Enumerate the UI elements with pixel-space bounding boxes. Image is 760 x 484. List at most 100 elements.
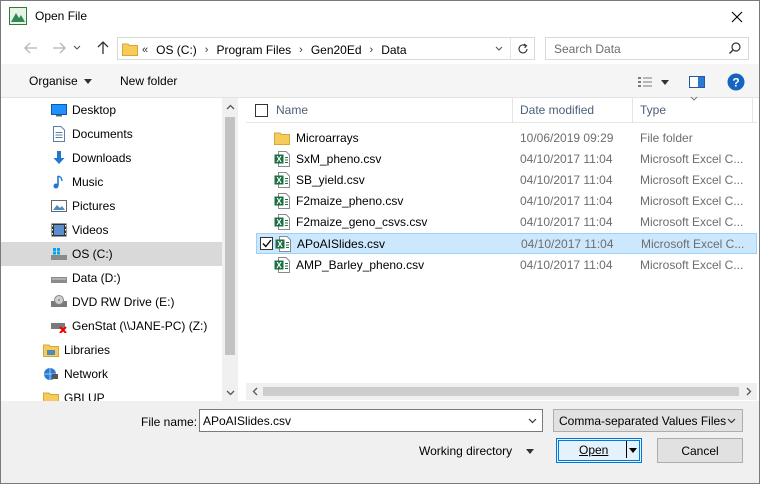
column-header-date-modified[interactable]: Date modified: [520, 103, 594, 121]
column-divider[interactable]: [752, 98, 753, 123]
nav-item-desktop[interactable]: Desktop: [1, 98, 222, 122]
chevron-down-icon: [226, 390, 234, 395]
breadcrumb-data[interactable]: Data: [381, 43, 406, 57]
view-controls: ?: [637, 73, 745, 91]
column-header-type[interactable]: Type: [640, 103, 666, 121]
arrow-up-icon: [97, 41, 109, 54]
breadcrumb: « OS (C:) › Program Files › Gen20Ed › Da…: [142, 42, 407, 58]
nav-item-music[interactable]: Music: [1, 170, 222, 194]
file-date: 04/10/2017 11:04: [520, 215, 613, 229]
scroll-up-button[interactable]: [222, 98, 238, 115]
recent-locations-button[interactable]: [71, 39, 83, 57]
nav-item-documents[interactable]: Documents: [1, 122, 222, 146]
nav-item-label: GBLUP: [64, 391, 105, 401]
breadcrumb-separator[interactable]: ›: [205, 44, 209, 56]
caret-down-icon[interactable]: [629, 444, 637, 456]
file-row[interactable]: X AMP_Barley_pheno.csv 04/10/2017 11:04 …: [256, 255, 757, 276]
file-name: APoAISlides.csv: [297, 237, 386, 251]
nav-item-label: Downloads: [72, 151, 132, 165]
close-icon: [731, 11, 743, 22]
scrollbar-thumb[interactable]: [225, 117, 235, 355]
refresh-icon: [518, 43, 528, 53]
folder-icon: [122, 43, 138, 56]
scroll-down-button[interactable]: [222, 384, 238, 401]
working-directory-label: Working directory: [419, 444, 513, 458]
nav-item-label: DVD RW Drive (E:): [72, 295, 175, 309]
back-button[interactable]: [21, 39, 41, 57]
forward-button[interactable]: [49, 39, 69, 57]
new-folder-label: New folder: [120, 74, 178, 88]
svg-text:X: X: [276, 218, 282, 227]
file-row[interactable]: X F2maize_pheno.csv 04/10/2017 11:04 Mic…: [256, 191, 757, 212]
folder-icon: [274, 132, 290, 145]
open-split-divider: [626, 441, 627, 458]
change-view-button[interactable]: [637, 75, 669, 89]
cancel-button[interactable]: Cancel: [657, 438, 743, 463]
file-row-selected[interactable]: X APoAISlides.csv 04/10/2017 11:04 Micro…: [256, 233, 757, 254]
breadcrumb-program-files[interactable]: Program Files: [216, 43, 291, 57]
svg-text:?: ?: [732, 76, 739, 90]
select-all-checkbox[interactable]: [255, 104, 268, 117]
file-row[interactable]: X SB_yield.csv 04/10/2017 11:04 Microsof…: [256, 170, 757, 191]
nav-item-data-d[interactable]: Data (D:): [1, 266, 222, 290]
column-divider[interactable]: [512, 98, 513, 123]
column-divider[interactable]: [632, 98, 633, 123]
svg-text:X: X: [276, 197, 282, 206]
nav-item-label: Documents: [72, 127, 133, 141]
working-directory-button[interactable]: Working directory: [419, 444, 535, 458]
excel-csv-icon: X: [274, 193, 290, 209]
file-list-horizontal-scrollbar[interactable]: [246, 383, 757, 400]
close-button[interactable]: [715, 1, 759, 32]
nav-item-videos[interactable]: Videos: [1, 218, 222, 242]
file-row[interactable]: X F2maize_geno_csvs.csv 04/10/2017 11:04…: [256, 212, 757, 233]
scrollbar-thumb[interactable]: [263, 387, 739, 396]
new-folder-button[interactable]: New folder: [120, 74, 177, 88]
help-button[interactable]: ?: [727, 73, 745, 91]
organise-button[interactable]: Organise: [29, 74, 92, 88]
refresh-button[interactable]: [510, 38, 534, 59]
search-button[interactable]: [728, 41, 742, 58]
nav-item-gblup[interactable]: GBLUP: [1, 386, 222, 401]
nav-item-genstat-z[interactable]: GenStat (\\JANE-PC) (Z:): [1, 314, 222, 338]
breadcrumb-gen20ed[interactable]: Gen20Ed: [311, 43, 362, 57]
nav-item-label: Data (D:): [72, 271, 121, 285]
open-button[interactable]: Open: [556, 438, 642, 463]
file-checkbox[interactable]: [260, 237, 273, 250]
file-name-input[interactable]: [200, 410, 520, 431]
scroll-right-button[interactable]: [740, 383, 757, 400]
file-type-select[interactable]: Comma-separated Values Files: [553, 409, 743, 432]
column-header-name[interactable]: Name: [276, 103, 308, 121]
file-row[interactable]: X SxM_pheno.csv 04/10/2017 11:04 Microso…: [256, 149, 757, 170]
caret-down-icon: [661, 79, 669, 85]
up-button[interactable]: [93, 39, 113, 57]
file-row[interactable]: Microarrays 10/06/2019 09:29 File folder: [256, 128, 757, 149]
breadcrumb-separator[interactable]: ›: [299, 44, 303, 56]
search-input[interactable]: [546, 38, 722, 59]
navigation-scrollbar[interactable]: [222, 98, 238, 401]
file-name-dropdown-button[interactable]: [522, 410, 542, 431]
nav-item-libraries[interactable]: Libraries: [1, 338, 222, 362]
excel-csv-icon: X: [274, 172, 290, 188]
svg-text:X: X: [276, 155, 282, 164]
nav-item-os-c[interactable]: OS (C:): [1, 242, 222, 266]
breadcrumb-separator[interactable]: ›: [370, 44, 374, 56]
nav-item-downloads[interactable]: Downloads: [1, 146, 222, 170]
nav-item-dvd-rw-e[interactable]: DVD RW Drive (E:): [1, 290, 222, 314]
scroll-left-button[interactable]: [246, 383, 263, 400]
address-dropdown-button[interactable]: [490, 38, 508, 59]
help-icon: ?: [727, 73, 745, 91]
nav-item-network[interactable]: Network: [1, 362, 222, 386]
file-type-dropdown-button[interactable]: [723, 410, 739, 431]
breadcrumb-os-c[interactable]: OS (C:): [156, 43, 197, 57]
address-bar[interactable]: « OS (C:) › Program Files › Gen20Ed › Da…: [117, 37, 535, 60]
chevron-down-icon: [73, 45, 81, 50]
breadcrumb-overflow[interactable]: «: [142, 44, 148, 56]
preview-pane-button[interactable]: [689, 75, 705, 89]
pictures-icon: [51, 198, 67, 214]
nav-item-label: Desktop: [72, 103, 117, 117]
nav-item-label: Libraries: [64, 343, 111, 357]
preview-pane-icon: [689, 76, 705, 88]
file-type: Microsoft Excel C...: [640, 194, 744, 208]
nav-item-pictures[interactable]: Pictures: [1, 194, 222, 218]
nav-item-label: Network: [64, 367, 109, 381]
